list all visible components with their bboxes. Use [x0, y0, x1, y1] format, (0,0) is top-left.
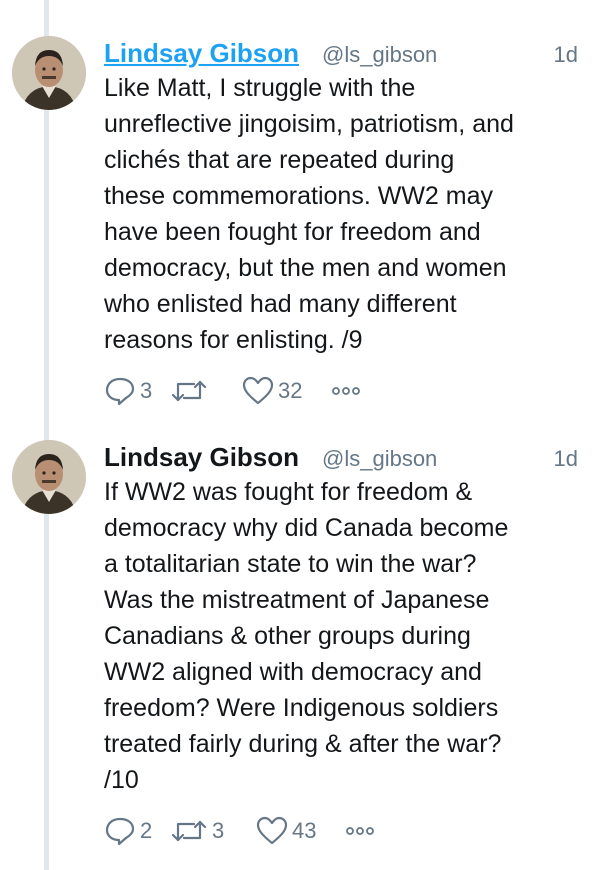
tweet-text-line: reasons for enlisting. /9 [104, 326, 363, 354]
tweet-text-line: a totalitarian state to win the war? [104, 550, 477, 578]
heart-icon [242, 376, 274, 405]
retweet-button[interactable] [170, 376, 212, 406]
reply-count: 3 [140, 378, 153, 403]
retweet-count: 3 [212, 818, 225, 843]
more-button[interactable] [330, 376, 362, 406]
tweet-body: Lindsay Gibson @ls_gibson 1d Like Matt, … [104, 32, 578, 416]
tweet-header: Lindsay Gibson @ls_gibson 1d [104, 436, 578, 474]
avatar[interactable] [12, 440, 86, 514]
author-name-link[interactable]: Lindsay Gibson [104, 38, 299, 69]
retweet-icon [171, 380, 207, 402]
retweet-button[interactable]: 3 [170, 816, 224, 846]
tweet-text-line: WW2 aligned with democracy and [104, 658, 482, 686]
reply-icon [105, 817, 135, 846]
like-count: 32 [278, 378, 303, 403]
heart-icon [256, 816, 288, 845]
like-button[interactable]: 32 [242, 376, 302, 406]
more-icon [332, 387, 360, 395]
tweet-text: Like Matt, I struggle with the unreflect… [104, 70, 578, 358]
more-button[interactable] [344, 816, 376, 846]
author-handle[interactable]: @ls_gibson [322, 446, 437, 472]
author-handle[interactable]: @ls_gibson [322, 42, 437, 68]
tweet-actions: 2 3 43 [104, 816, 578, 856]
tweet-body: Lindsay Gibson @ls_gibson 1d If WW2 was … [104, 436, 578, 856]
avatar-portrait-icon [12, 440, 86, 514]
tweet-text-line: clichés that are repeated during [104, 146, 455, 174]
tweet-text-line: have been fought for freedom and [104, 218, 481, 246]
tweet-header: Lindsay Gibson @ls_gibson 1d [104, 32, 578, 70]
tweet-text: If WW2 was fought for freedom & democrac… [104, 474, 578, 798]
tweet-text-line: Was the mistreatment of Japanese [104, 586, 490, 614]
reply-count: 2 [140, 818, 153, 843]
tweet-text-line: freedom? Were Indigenous soldiers [104, 694, 499, 722]
thread-connector-line [44, 0, 49, 870]
tweet-text-line: /10 [104, 766, 139, 794]
timestamp[interactable]: 1d [554, 446, 578, 472]
reply-button[interactable]: 2 [104, 816, 152, 846]
author-name[interactable]: Lindsay Gibson [104, 442, 299, 473]
tweet-actions: 3 32 [104, 376, 578, 416]
tweet-thread: Lindsay Gibson @ls_gibson 1d Like Matt, … [0, 0, 592, 870]
tweet-text-line: Like Matt, I struggle with the [104, 74, 416, 102]
avatar[interactable] [12, 36, 86, 110]
retweet-icon [171, 820, 207, 842]
tweet-text-line: democracy, but the men and women [104, 254, 507, 282]
reply-button[interactable]: 3 [104, 376, 152, 406]
like-count: 43 [292, 818, 317, 843]
tweet-text-line: treated fairly during & after the war? [104, 730, 502, 758]
tweet-text-line: Canadians & other groups during [104, 622, 471, 650]
tweet-text-line: If WW2 was fought for freedom & [104, 478, 473, 506]
tweet-text-line: democracy why did Canada become [104, 514, 509, 542]
timestamp[interactable]: 1d [554, 42, 578, 68]
tweet-text-line: these commemorations. WW2 may [104, 182, 493, 210]
more-icon [346, 827, 374, 835]
tweet-text-line: unreflective jingoisim, patriotism, and [104, 110, 514, 138]
like-button[interactable]: 43 [256, 816, 316, 846]
tweet-text-line: who enlisted had many different [104, 290, 457, 318]
avatar-portrait-icon [12, 36, 86, 110]
reply-icon [105, 377, 135, 406]
